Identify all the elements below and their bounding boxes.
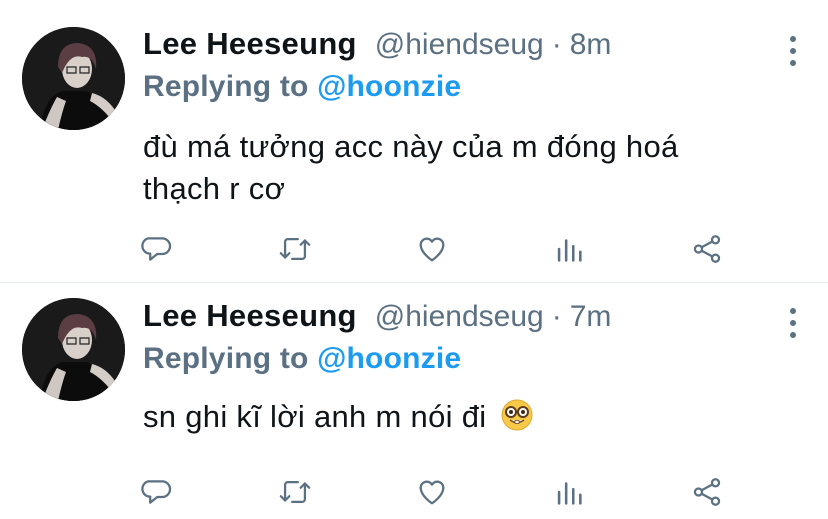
comment-icon xyxy=(141,237,172,261)
analytics-button[interactable] xyxy=(549,472,589,512)
nerd-face-emoji xyxy=(501,399,533,442)
meta-separator: · xyxy=(551,300,562,333)
tweet-meta: @hiendseug · 8m xyxy=(375,28,612,62)
handle[interactable]: @hiendseug xyxy=(375,28,544,61)
reply-button[interactable] xyxy=(138,472,178,512)
share-icon xyxy=(693,235,721,263)
reply-button[interactable] xyxy=(138,229,178,269)
analytics-icon xyxy=(557,482,582,505)
replying-prefix: Replying to xyxy=(143,70,309,103)
retweet-icon xyxy=(279,480,311,504)
replying-to: Replying to @hoonzie xyxy=(143,342,788,382)
avatar[interactable] xyxy=(22,298,125,401)
meta-separator: · xyxy=(551,28,562,61)
heart-icon xyxy=(419,480,445,505)
analytics-icon xyxy=(557,239,582,262)
mention-link[interactable]: @hoonzie xyxy=(317,70,461,103)
share-icon xyxy=(693,478,721,506)
display-name[interactable]: Lee Heeseung xyxy=(143,298,357,334)
replying-to: Replying to @hoonzie xyxy=(143,70,788,110)
more-vertical-icon[interactable] xyxy=(788,36,798,66)
heart-icon xyxy=(419,237,445,262)
tweet-text: sn ghi kĩ lời anh m nói đi xyxy=(143,396,788,442)
tweet-actions xyxy=(138,472,738,512)
avatar[interactable] xyxy=(22,27,125,130)
replying-prefix: Replying to xyxy=(143,342,309,375)
tweet-header: Lee Heeseung @hiendseug · 7m xyxy=(143,298,788,340)
handle[interactable]: @hiendseug xyxy=(375,300,544,333)
like-button[interactable] xyxy=(412,229,452,269)
timestamp[interactable]: 7m xyxy=(570,300,612,333)
mention-link[interactable]: @hoonzie xyxy=(317,342,461,375)
share-button[interactable] xyxy=(687,229,727,269)
more-vertical-icon[interactable] xyxy=(788,308,798,338)
retweet-icon xyxy=(279,237,311,261)
comment-icon xyxy=(141,480,172,504)
tweet-header: Lee Heeseung @hiendseug · 8m xyxy=(143,26,788,68)
like-button[interactable] xyxy=(412,472,452,512)
tweet-content: Lee Heeseung @hiendseug · 7m Replying to @… xyxy=(143,298,788,442)
analytics-button[interactable] xyxy=(549,229,589,269)
tweet-text-line: sn ghi kĩ lời anh m nói đi xyxy=(143,399,487,434)
display-name[interactable]: Lee Heeseung xyxy=(143,26,357,62)
retweet-button[interactable] xyxy=(275,229,315,269)
retweet-button[interactable] xyxy=(275,472,315,512)
tweet-actions xyxy=(138,229,738,269)
tweet-content: Lee Heeseung @hiendseug · 8m Replying to @… xyxy=(143,26,788,210)
tweet-text: đù má tưởng acc này của m đóng hoá thạch… xyxy=(143,126,788,210)
tweet-text-line: thạch r cơ xyxy=(143,171,286,206)
tweet-meta: @hiendseug · 7m xyxy=(375,300,612,334)
timestamp[interactable]: 8m xyxy=(570,28,612,61)
tweet[interactable]: Lee Heeseung @hiendseug · 7m Replying to @… xyxy=(0,282,828,519)
tweet[interactable]: Lee Heeseung @hiendseug · 8m Replying to @… xyxy=(0,0,828,282)
share-button[interactable] xyxy=(687,472,727,512)
tweet-text-line: đù má tưởng acc này của m đóng hoá xyxy=(143,129,679,164)
